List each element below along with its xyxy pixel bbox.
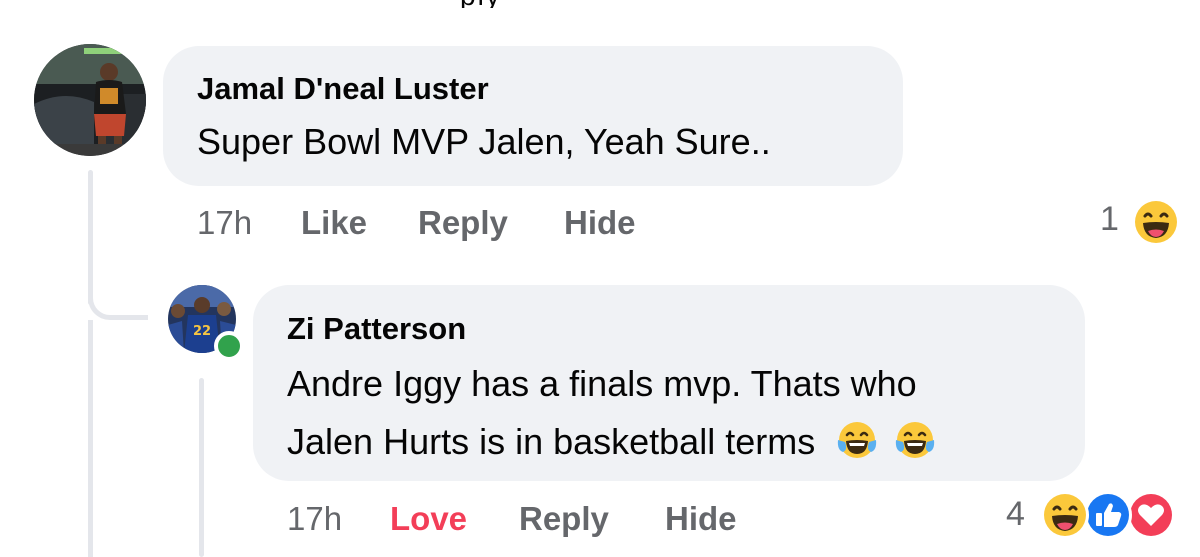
haha-reaction-icon [1041,491,1089,539]
clipped-text: ply [460,0,560,8]
reply-thread-line [199,378,204,557]
avatar-jamal[interactable] [34,44,146,156]
reply-text-line-1: Andre Iggy has a finals mvp. Thats who [287,363,917,404]
svg-text:22: 22 [193,324,211,339]
reply-reply-button[interactable]: Reply [519,500,609,538]
reply-text-line-2: Jalen Hurts is in basketball terms [287,413,1067,471]
reply-hide-button[interactable]: Hide [665,500,737,538]
reply-button[interactable]: Reply [418,204,508,242]
reaction-count[interactable]: 1 [1100,200,1119,239]
reply-text: Andre Iggy has a finals mvp. Thats who J… [287,355,1067,470]
haha-reaction-icon[interactable] [1131,197,1181,247]
reply-reactions[interactable] [1040,490,1176,540]
reply-text-line-2-text: Jalen Hurts is in basketball terms [287,420,816,462]
reply-reaction-count[interactable]: 4 [1006,495,1025,534]
thread-branch-connector [88,280,148,320]
comment-timestamp[interactable]: 17h [197,204,252,242]
love-reaction-icon [1127,491,1175,539]
comment-author-name[interactable]: Jamal D'neal Luster [197,70,489,107]
like-reaction-icon [1084,491,1132,539]
tears-of-joy-emoji [835,418,879,462]
love-button[interactable]: Love [390,500,467,538]
online-status-indicator [214,331,244,361]
hide-button[interactable]: Hide [564,204,636,242]
comment-text: Super Bowl MVP Jalen, Yeah Sure.. [197,121,771,162]
reply-author-name[interactable]: Zi Patterson [287,310,466,347]
reply-timestamp[interactable]: 17h [287,500,342,538]
tears-of-joy-emoji [893,418,937,462]
previous-content-clipped: ply [460,0,560,8]
like-button[interactable]: Like [301,204,367,242]
thread-line-continued [88,320,93,557]
